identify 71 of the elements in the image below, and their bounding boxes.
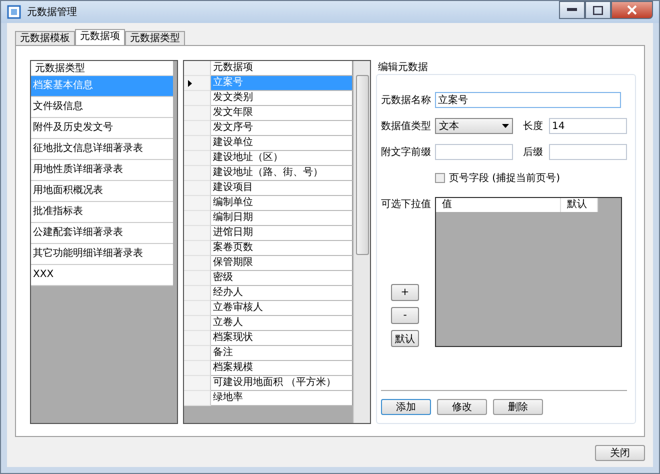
- column-header: 元数据类型: [31, 61, 173, 76]
- maximize-icon: [593, 6, 603, 14]
- option-button[interactable]: 默认: [391, 330, 419, 347]
- checkbox[interactable]: [435, 173, 445, 183]
- action-button[interactable]: 添加: [381, 399, 431, 415]
- grid-cell[interactable]: 编制日期: [211, 211, 353, 226]
- column-header: 值: [436, 198, 561, 212]
- grid-cell[interactable]: 进馆日期: [211, 226, 353, 241]
- maximize-button[interactable]: [585, 1, 611, 19]
- tab[interactable]: 元数据模板: [15, 31, 75, 45]
- row-header: [184, 61, 211, 76]
- action-button[interactable]: 删除: [493, 399, 543, 415]
- list-item[interactable]: XXX: [31, 265, 173, 286]
- option-button[interactable]: +: [391, 284, 419, 301]
- checkbox-label: 页号字段 (捕捉当前页号): [449, 172, 560, 185]
- scrollbar[interactable]: [353, 61, 370, 423]
- field-label: 长度: [522, 120, 543, 133]
- grid-cell[interactable]: 发文类别: [211, 91, 353, 106]
- group-title: 编辑元数据: [378, 60, 429, 74]
- caret-icon: [502, 124, 509, 128]
- list-item[interactable]: 附件及历史发文号: [31, 118, 173, 139]
- grid-cell[interactable]: 发文序号: [211, 121, 353, 136]
- grid-cell[interactable]: 经办人: [211, 286, 353, 301]
- app-icon: [7, 5, 21, 19]
- list-item[interactable]: 公建配套详细著录表: [31, 223, 173, 244]
- window-title: 元数据管理: [27, 6, 77, 19]
- grid-cell[interactable]: 建设地址（路、街、号）: [211, 166, 353, 181]
- close-icon: [627, 5, 637, 15]
- grid-cell[interactable]: 发文年限: [211, 106, 353, 121]
- column-header: 默认: [561, 198, 598, 212]
- grid-cell[interactable]: 编制单位: [211, 196, 353, 211]
- grid-cell[interactable]: 档案规模: [211, 361, 353, 376]
- field-label: 后缀: [522, 146, 543, 159]
- field-label: 可选下拉值: [381, 198, 429, 211]
- list-item[interactable]: 批准指标表: [31, 202, 173, 223]
- list-item[interactable]: 用地面积概况表: [31, 181, 173, 202]
- field-label: 数据值类型: [381, 120, 429, 133]
- grid-cell[interactable]: 档案现状: [211, 331, 353, 346]
- field-label: 附文字前缀: [381, 146, 429, 159]
- grid-cell[interactable]: 案卷页数: [211, 241, 353, 256]
- grid-cell[interactable]: 立卷审核人: [211, 301, 353, 316]
- field-label: 元数据名称: [381, 94, 429, 107]
- grid-cell[interactable]: 备注: [211, 346, 353, 361]
- grid-cell[interactable]: 建设项目: [211, 181, 353, 196]
- option-button[interactable]: -: [391, 307, 419, 324]
- length-field[interactable]: 14: [549, 118, 627, 134]
- list-item[interactable]: 文件级信息: [31, 97, 173, 118]
- minimize-button[interactable]: [559, 1, 585, 19]
- prefix-field[interactable]: [435, 144, 513, 160]
- list-item[interactable]: 征地批文信息详细著录表: [31, 139, 173, 160]
- list-item[interactable]: 其它功能明细详细著录表: [31, 244, 173, 265]
- row-pointer-icon: [188, 80, 192, 86]
- list-item[interactable]: 用地性质详细著录表: [31, 160, 173, 181]
- grid-cell[interactable]: 保管期限: [211, 256, 353, 271]
- minimize-icon: [567, 8, 577, 12]
- column-header: 元数据项: [211, 61, 353, 76]
- action-button[interactable]: 修改: [437, 399, 487, 415]
- suffix-field[interactable]: [549, 144, 627, 160]
- grid-cell[interactable]: 建设单位: [211, 136, 353, 151]
- grid-cell[interactable]: 可建设用地面积 （平方米）: [211, 376, 353, 391]
- row-header[interactable]: [184, 76, 211, 91]
- grid-cell[interactable]: 立卷人: [211, 316, 353, 331]
- tab[interactable]: 元数据类型: [125, 31, 185, 45]
- grid-cell[interactable]: 密级: [211, 271, 353, 286]
- close-dialog-button[interactable]: 关闭: [595, 445, 645, 461]
- grid-cell[interactable]: 绿地率: [211, 391, 353, 406]
- type-dropdown[interactable]: 文本: [435, 118, 513, 134]
- grid-cell[interactable]: 建设地址（区）: [211, 151, 353, 166]
- name-field[interactable]: 立案号: [435, 92, 621, 108]
- tab[interactable]: 元数据项: [75, 29, 125, 45]
- close-button[interactable]: [611, 1, 653, 19]
